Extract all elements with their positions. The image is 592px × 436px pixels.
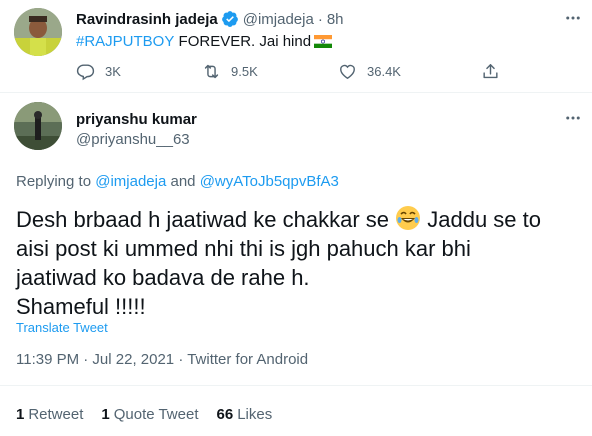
translate-tweet-link[interactable]: Translate Tweet <box>16 320 108 335</box>
main-tweet-text: Desh brbaad h jaatiwad ke chakkar se Jad… <box>16 205 586 321</box>
likes-stat-label: Likes <box>237 406 273 423</box>
flag-emoji-svg <box>314 35 333 48</box>
tweet-text-line-1a: Desh brbaad h jaatiwad ke chakkar se <box>16 207 389 232</box>
replying-to-prefix: Replying to <box>16 173 92 190</box>
parent-author-avatar[interactable] <box>14 8 62 56</box>
replying-to: Replying to @imjadeja and @wyAToJb5qpvBf… <box>16 173 339 190</box>
main-handle[interactable]: @priyanshu__63 <box>76 131 190 148</box>
main-author-name[interactable]: priyanshu kumar <box>76 111 197 128</box>
more-icon <box>564 109 582 132</box>
replying-to-user-1[interactable]: @imjadeja <box>95 173 166 190</box>
retweets-stat-count: 1 <box>16 406 25 423</box>
tweet-timestamp[interactable]: 11:39 PM · Jul 22, 2021 · Twitter for An… <box>16 351 308 368</box>
share-button[interactable] <box>481 62 500 81</box>
tweet-text-line-4: Shameful !!!!! <box>16 294 146 319</box>
quotes-stat[interactable]: 1 Quote Tweet <box>101 406 198 423</box>
tweet-text-line-3: jaatiwad ko badava de rahe h. <box>16 265 310 290</box>
more-icon <box>564 9 582 32</box>
parent-time[interactable]: 8h <box>327 11 344 28</box>
main-author-avatar[interactable] <box>14 102 62 150</box>
verified-badge-icon <box>221 10 239 28</box>
quotes-stat-label: Quote Tweet <box>113 406 199 423</box>
parent-separator: · <box>317 10 323 28</box>
share-icon <box>481 62 500 81</box>
tweet-divider <box>0 92 592 93</box>
retweets-stat[interactable]: 1 Retweet <box>16 406 83 423</box>
likes-stat-count: 66 <box>216 406 234 423</box>
tweet-stats: 1 Retweet 1 Quote Tweet 66 Likes <box>16 406 272 423</box>
india-flag-icon <box>314 35 333 48</box>
parent-handle[interactable]: @imjadeja <box>243 11 314 28</box>
like-count: 36.4K <box>367 64 401 79</box>
tweet-text-line-2: aisi post ki ummed nhi thi is jgh pahuch… <box>16 236 471 261</box>
heart-icon <box>338 62 357 81</box>
reply-icon <box>76 62 95 81</box>
reply-button[interactable]: 3K <box>76 62 121 81</box>
retweets-stat-label: Retweet <box>28 406 84 423</box>
parent-hashtag[interactable]: #RAJPUTBOY <box>76 33 174 50</box>
retweet-count: 9.5K <box>231 64 258 79</box>
main-more-button[interactable] <box>561 108 585 132</box>
laughing-emoji-icon <box>395 205 421 231</box>
timestamp-divider <box>0 385 592 386</box>
replying-to-user-2[interactable]: @wyAToJb5qpvBfA3 <box>200 173 339 190</box>
reply-count: 3K <box>105 64 121 79</box>
replying-to-conjunction: and <box>170 173 196 190</box>
quotes-stat-count: 1 <box>101 406 110 423</box>
parent-tweet-text: FOREVER. Jai hind <box>174 33 312 50</box>
likes-stat[interactable]: 66 Likes <box>217 406 273 423</box>
parent-more-button[interactable] <box>561 8 585 32</box>
retweet-button[interactable]: 9.5K <box>202 62 258 81</box>
like-button[interactable]: 36.4K <box>338 62 401 81</box>
parent-author-name[interactable]: Ravindrasinh jadeja <box>76 11 218 28</box>
retweet-icon <box>202 62 221 81</box>
tweet-text-line-1b: Jaddu se to <box>427 207 541 232</box>
